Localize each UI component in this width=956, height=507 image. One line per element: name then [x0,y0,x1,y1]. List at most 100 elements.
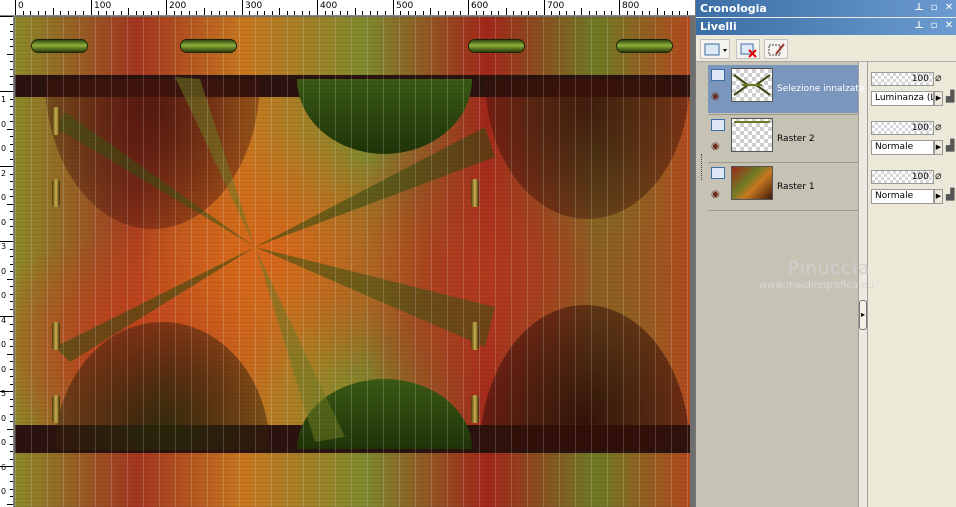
layer-name[interactable]: Raster 1 [777,182,815,192]
lock-icon[interactable]: ▟ [946,139,954,152]
ruler-tick [581,8,582,15]
layers-palette-titlebar[interactable]: Livelli ⊥ ▫ ✕ [696,18,956,35]
ruler-tick [7,54,13,55]
new-layer-button[interactable] [700,39,730,59]
layer-name[interactable]: Raster 2 [777,134,815,144]
layer-row-raster-2[interactable]: ◉ Raster 2 [708,115,858,163]
blend-mode-select[interactable]: Normale [871,140,934,155]
opacity-slider[interactable]: 100 [871,121,934,135]
lock-icon[interactable]: ▟ [946,188,954,201]
canvas-tube [31,39,88,53]
blend-mode-select[interactable]: Normale [871,189,934,204]
ruler-tick [10,234,13,235]
ruler-tick [128,8,129,15]
ruler-tick [83,11,84,15]
ruler-tick [10,474,13,475]
ruler-tick [53,8,54,15]
ruler-tick [544,0,545,15]
layer-name[interactable]: Selezione innalzata [777,84,864,94]
horizontal-ruler: 0 100 200 300 400 500 600 700 800 [0,0,695,16]
ruler-tick [317,0,318,15]
ruler-tick [257,11,258,15]
close-icon[interactable]: ✕ [943,19,955,33]
ruler-tick [362,11,363,15]
dropdown-arrow-icon[interactable]: ▶ [934,189,943,204]
ruler-tick [10,189,13,190]
image-canvas[interactable] [15,17,690,507]
ruler-tick [10,481,13,482]
ruler-tick [528,11,529,15]
ruler-tick [10,159,13,160]
ruler-tick [204,8,205,15]
eye-icon[interactable]: ◉ [711,91,720,102]
ruler-tick [10,249,13,250]
restore-icon[interactable]: ▫ [928,19,940,33]
layer-thumbnail [731,166,773,200]
opacity-slider[interactable]: 100 [871,72,934,86]
watermark-name: Pinuccia [788,258,871,279]
restore-icon[interactable]: ▫ [928,1,940,15]
eye-icon[interactable]: ◉ [711,189,720,200]
ruler-label: 0 [18,1,24,11]
link-icon[interactable]: ⌀ [935,71,942,84]
ruler-tick [7,504,13,505]
link-icon[interactable]: ⌀ [935,169,942,182]
ruler-tick [242,0,243,15]
link-icon[interactable]: ⌀ [935,120,942,133]
ruler-label: 2 [1,169,7,178]
panel-collapse-handle[interactable]: ▸ [859,300,867,330]
ruler-tick [10,496,13,497]
pin-icon[interactable]: ⊥ [913,1,925,15]
ruler-tick [7,129,13,130]
delete-layer-button[interactable] [736,39,760,59]
layer-row-raster-1[interactable]: ◉ Raster 1 [708,163,858,211]
ruler-tick [7,354,13,355]
ruler-tick [98,11,99,15]
ruler-tick [10,76,13,77]
ruler-tick [10,136,13,137]
canvas-peg [471,179,479,207]
close-icon[interactable]: ✕ [943,1,955,15]
ruler-label: 0 [1,487,7,496]
ruler-tick [10,106,13,107]
edit-selection-button[interactable] [764,39,788,59]
canvas-horizontal-texture [15,17,690,507]
ruler-tick [10,339,13,340]
layer-thumbnail [731,118,773,152]
blend-mode-select[interactable]: Luminanza (L) [871,91,934,106]
layer-row-selezione-innalzata[interactable]: ◉ Selezione innalzata [708,65,864,113]
eye-icon[interactable]: ◉ [711,141,720,152]
ruler-tick [10,406,13,407]
ruler-tick [10,226,13,227]
ruler-label: 5 [1,389,7,398]
ruler-tick [445,11,446,15]
vertical-ruler: 100200300400500600 [0,16,14,507]
ruler-tick [325,11,326,15]
ruler-tick [136,11,137,15]
ruler-label: 6 [1,463,7,472]
ruler-label: 0 [1,414,7,423]
ruler-tick [10,376,13,377]
ruler-label: 0 [1,144,7,153]
layer-thumbnail-art [734,121,770,123]
lock-icon[interactable]: ▟ [946,90,954,103]
ruler-tick [10,421,13,422]
ruler-tick [10,69,13,70]
opacity-slider[interactable]: 100 [871,170,934,184]
pin-icon[interactable]: ⊥ [913,19,925,33]
ruler-tick [151,11,152,15]
ruler-label: 0 [1,291,7,300]
ruler-label: 0 [1,340,7,349]
dropdown-arrow-icon[interactable]: ▶ [934,140,943,155]
ruler-tick [106,11,107,15]
canvas-tube [468,39,525,53]
ruler-tick [10,444,13,445]
ruler-tick [174,11,175,15]
ruler-tick [264,11,265,15]
ruler-tick [438,11,439,15]
ruler-tick [10,459,13,460]
history-palette-titlebar[interactable]: Cronologia ⊥ ▫ ✕ [696,0,956,17]
dropdown-arrow-icon[interactable]: ▶ [934,91,943,106]
ruler-tick [68,11,69,15]
ruler-tick [408,11,409,15]
